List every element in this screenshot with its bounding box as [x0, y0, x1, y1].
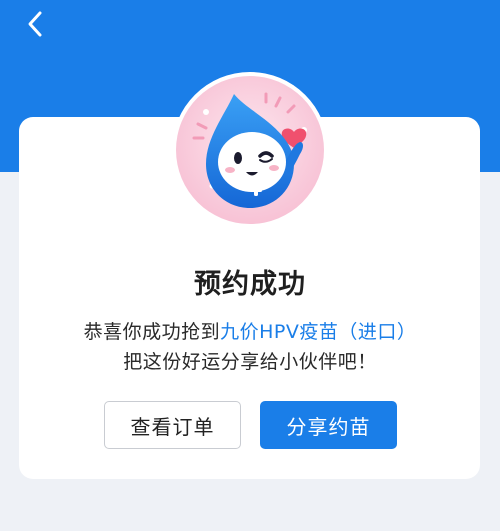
message-prefix: 恭喜你成功抢到 [83, 321, 221, 343]
back-button[interactable] [18, 6, 54, 42]
avatar-frame [172, 72, 328, 228]
water-drop-mascot-icon [176, 76, 324, 224]
chevron-left-icon [28, 11, 42, 37]
success-message-line2: 把这份好运分享给小伙伴吧！ [123, 351, 377, 373]
avatar [176, 76, 324, 224]
page: 预约成功 恭喜你成功抢到九价HPV疫苗（进口） 把这份好运分享给小伙伴吧！ 查看… [0, 0, 500, 531]
view-order-button[interactable]: 查看订单 [104, 401, 241, 449]
success-message-line1: 恭喜你成功抢到九价HPV疫苗（进口） [0, 317, 500, 344]
vaccine-name: 九价HPV疫苗（进口） [220, 321, 417, 343]
dialog-title: 预约成功 [194, 269, 306, 300]
share-vaccine-button[interactable]: 分享约苗 [260, 401, 397, 449]
